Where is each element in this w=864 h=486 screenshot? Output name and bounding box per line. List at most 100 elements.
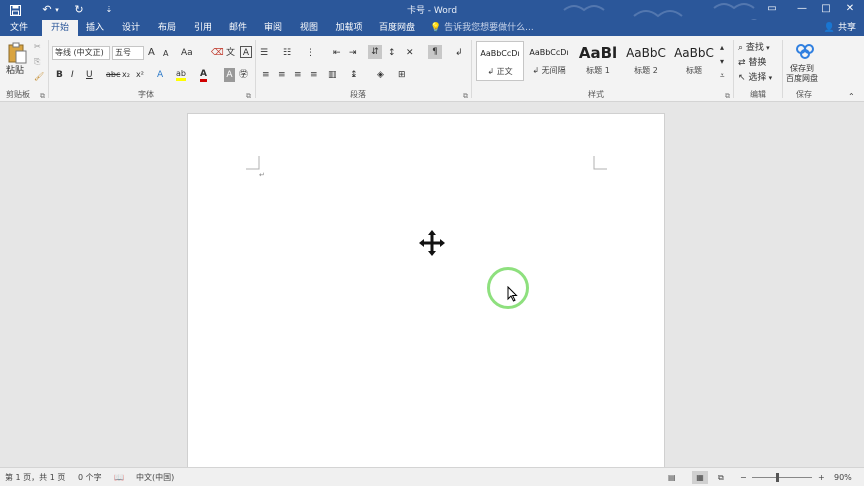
enclose-characters-icon[interactable]: ㊫ <box>239 68 248 82</box>
font-dialog-launcher-icon[interactable]: ⧉ <box>246 92 251 101</box>
tab-insert[interactable]: 插入 <box>80 20 110 36</box>
distributed-icon[interactable]: ▥ <box>328 68 337 82</box>
shading-icon[interactable]: ◈ <box>377 68 384 82</box>
proofing-icon[interactable]: 📖 <box>114 471 124 484</box>
tell-me-box[interactable]: 💡 告诉我您想要做什么... <box>430 20 534 36</box>
style-normal[interactable]: AaBbCcDı ↲ 正文 <box>476 41 524 81</box>
bullets-icon[interactable]: ☰ <box>260 46 268 60</box>
save-to-baidu-line2[interactable]: 百度网盘 <box>786 74 818 88</box>
tab-design[interactable]: 设计 <box>116 20 146 36</box>
tab-view[interactable]: 视图 <box>294 20 324 36</box>
line-spacing-icon[interactable]: ↨ <box>350 68 358 82</box>
styles-scroll-up-icon[interactable]: ▴ <box>720 42 724 56</box>
phonetic-guide-icon[interactable]: 文 <box>226 46 235 60</box>
styles-more-icon[interactable]: ⩡ <box>720 70 725 84</box>
format-painter-icon[interactable]: 🖌 <box>34 70 44 84</box>
tab-layout[interactable]: 布局 <box>152 20 182 36</box>
tab-home[interactable]: 开始 <box>42 20 78 36</box>
clipboard-dialog-launcher-icon[interactable]: ⧉ <box>40 92 45 101</box>
zoom-level[interactable]: 90% <box>834 471 852 484</box>
tab-references[interactable]: 引用 <box>188 20 218 36</box>
decrease-indent-icon[interactable]: ⇤ <box>333 46 341 60</box>
pilcrow-icon[interactable]: ↲ <box>455 46 463 60</box>
group-label-clipboard: 剪贴板 <box>6 90 30 99</box>
tab-review[interactable]: 审阅 <box>258 20 288 36</box>
print-layout-icon[interactable]: ▦ <box>692 471 708 484</box>
maximize-button[interactable]: □ <box>814 0 838 18</box>
read-mode-icon[interactable]: ▤ <box>668 471 676 484</box>
close-button[interactable]: ✕ <box>838 0 862 18</box>
tab-mailings[interactable]: 邮件 <box>223 20 253 36</box>
borders-icon[interactable]: ⊞ <box>398 68 406 82</box>
document-area[interactable]: ↵ <box>0 103 864 473</box>
copy-icon[interactable]: ⎘ <box>34 55 40 69</box>
font-size-combo[interactable]: 五号 <box>112 46 144 60</box>
font-color-button[interactable]: A <box>200 67 207 82</box>
character-border-icon[interactable]: A <box>240 46 252 58</box>
style-name: ↲ 无间隔 <box>532 66 566 75</box>
multilevel-list-icon[interactable]: ⋮ <box>306 46 315 60</box>
collapse-ribbon-icon[interactable]: ⌃ <box>848 90 855 104</box>
group-label-editing: 编辑 <box>750 90 766 99</box>
select-label: 选择 <box>748 73 767 83</box>
show-paragraph-marks-icon[interactable]: ✕ <box>406 46 414 60</box>
web-layout-icon[interactable]: ⧉ <box>718 471 724 484</box>
tab-addins[interactable]: 加载项 <box>330 20 368 36</box>
align-left-icon[interactable]: ≡ <box>262 68 270 82</box>
baidu-netdisk-icon[interactable] <box>796 43 814 61</box>
paste-button[interactable]: 粘贴 <box>6 64 24 78</box>
superscript-button[interactable]: x² <box>136 68 144 82</box>
underline-button[interactable]: U <box>86 68 93 82</box>
chinese-layout-icon[interactable]: ⇵ <box>368 45 382 59</box>
character-shading-icon[interactable]: A <box>224 68 235 82</box>
group-label-font: 字体 <box>138 90 154 99</box>
sort-icon[interactable]: ↕ <box>388 46 396 60</box>
zoom-in-button[interactable]: + <box>818 471 825 484</box>
align-center-icon[interactable]: ≡ <box>278 68 286 82</box>
language-indicator[interactable]: 中文(中国) <box>136 471 174 484</box>
shrink-font-button[interactable]: A <box>163 47 168 61</box>
style-no-spacing[interactable]: AaBbCcDı ↲ 无间隔 <box>525 41 573 81</box>
zoom-slider-track[interactable] <box>752 477 812 478</box>
ribbon-display-options-button[interactable]: ▭ <box>760 0 784 18</box>
paragraph-dialog-launcher-icon[interactable]: ⧉ <box>463 92 468 101</box>
tab-file[interactable]: 文件 <box>4 20 34 36</box>
pointer-icon: ↖ <box>738 73 746 83</box>
paste-icon[interactable] <box>7 42 29 64</box>
justify-icon[interactable]: ≡ <box>310 68 318 82</box>
text-effects-icon[interactable]: A <box>157 68 163 82</box>
numbering-icon[interactable]: ☷ <box>283 46 291 60</box>
zoom-out-button[interactable]: − <box>740 471 747 484</box>
minimize-button[interactable]: — <box>790 0 814 18</box>
grow-font-button[interactable]: A <box>148 46 155 60</box>
style-heading-1[interactable]: AaBl 标题 1 <box>574 41 622 81</box>
bold-button[interactable]: B <box>56 68 63 82</box>
group-divider <box>255 40 256 98</box>
replace-button[interactable]: ⇄ 替换 <box>738 56 766 70</box>
italic-button[interactable]: I <box>71 68 74 82</box>
page-count[interactable]: 第 1 页，共 1 页 <box>5 471 65 484</box>
text-highlight-icon[interactable]: ab <box>176 67 186 81</box>
tab-baidu-netdisk[interactable]: 百度网盘 <box>374 20 420 36</box>
styles-dialog-launcher-icon[interactable]: ⧉ <box>725 92 730 101</box>
style-sample: AaBbC <box>626 46 666 60</box>
find-button[interactable]: ⌕ 查找 ▾ <box>738 41 770 55</box>
show-hide-marks-icon[interactable]: ¶ <box>428 45 442 59</box>
zoom-slider-thumb[interactable] <box>776 473 779 482</box>
cut-icon[interactable]: ✂ <box>34 40 41 54</box>
styles-scroll-down-icon[interactable]: ▾ <box>720 56 724 70</box>
document-page[interactable]: ↵ <box>187 113 665 473</box>
font-name-combo[interactable]: 等线 (中文正) <box>52 46 110 60</box>
share-button[interactable]: 👤 共享 <box>824 20 856 36</box>
change-case-button[interactable]: Aa <box>181 46 193 60</box>
style-sample: AaBl <box>578 44 618 62</box>
select-button[interactable]: ↖ 选择 ▾ <box>738 71 772 85</box>
style-title[interactable]: AaBbC 标题 <box>670 41 718 81</box>
subscript-button[interactable]: x₂ <box>122 68 130 82</box>
word-count[interactable]: 0 个字 <box>78 471 102 484</box>
align-right-icon[interactable]: ≡ <box>294 68 302 82</box>
strikethrough-button[interactable]: abc <box>106 68 120 82</box>
clear-formatting-icon[interactable]: ⌫ <box>211 46 224 60</box>
increase-indent-icon[interactable]: ⇥ <box>349 46 357 60</box>
style-heading-2[interactable]: AaBbC 标题 2 <box>622 41 670 81</box>
